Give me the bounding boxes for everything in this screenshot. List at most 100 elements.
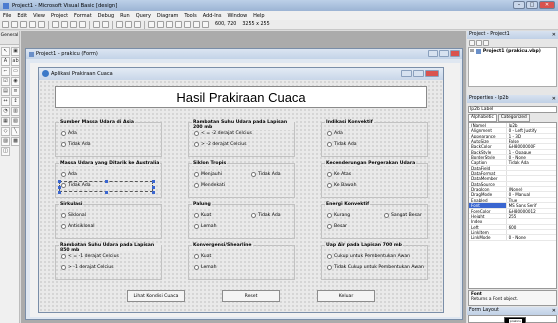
frame-tool-icon[interactable]: ⌐ <box>1 67 10 76</box>
option-button[interactable]: Ada <box>327 131 343 136</box>
textbox-tool-icon[interactable]: ab <box>11 57 20 66</box>
option-button[interactable]: Tidak Ada <box>251 172 281 177</box>
break-icon[interactable] <box>125 21 132 28</box>
close-button[interactable]: ✕ <box>539 1 555 9</box>
designer-close-button[interactable] <box>450 50 460 57</box>
object-browser-icon[interactable] <box>175 21 182 28</box>
project-panel-close-icon[interactable]: ✕ <box>552 31 556 39</box>
reset-button[interactable]: Reset <box>222 290 280 302</box>
property-value[interactable]: 0 - None <box>507 155 556 159</box>
form-layout-close-icon[interactable]: ✕ <box>552 307 556 315</box>
option-button[interactable]: Siklonal <box>61 213 86 218</box>
option-button[interactable]: < = -2 derajat Celcius <box>194 131 252 136</box>
option-button[interactable]: Tidak Cukup untuk Pembentukan Awan <box>327 265 424 270</box>
resize-handle[interactable] <box>152 180 155 183</box>
property-value[interactable]: True <box>507 198 556 202</box>
lihat-kondisi-button[interactable]: Lihat Kondisi Cuaca <box>127 290 185 302</box>
radio-icon[interactable] <box>327 254 332 259</box>
project-tree-item[interactable]: ⊟ Project1 (prakicu.vbp) <box>470 49 555 54</box>
radio-icon[interactable] <box>194 213 199 218</box>
radio-icon[interactable] <box>61 213 66 218</box>
expand-icon[interactable]: ⊟ <box>470 49 474 54</box>
option-button[interactable]: Sangat Besar <box>384 213 422 218</box>
option-button[interactable]: Lemah <box>194 265 217 270</box>
property-value[interactable]: 1 - Opaque <box>507 150 556 154</box>
radio-icon[interactable] <box>194 172 199 177</box>
object-selector[interactable]: lp2b Label <box>468 106 557 113</box>
tab-alphabetic[interactable]: Alphabetic <box>468 114 497 122</box>
property-value[interactable] <box>507 182 556 186</box>
mini-form-label[interactable]: prakicu <box>509 319 522 323</box>
option-button[interactable]: Kuat <box>194 254 211 259</box>
menu-query[interactable]: Query <box>136 13 151 19</box>
paste-icon[interactable] <box>70 21 77 28</box>
hscrollbar-tool-icon[interactable]: ↔ <box>1 97 10 106</box>
ole-tool-icon[interactable]: ◫ <box>1 147 10 156</box>
option-button[interactable]: Lemah <box>194 224 217 229</box>
resize-handle[interactable] <box>152 186 155 189</box>
checkbox-tool-icon[interactable]: ☑ <box>1 77 10 86</box>
property-value[interactable]: 1 - 3D <box>507 134 556 138</box>
option-button[interactable]: Tidak Ada <box>327 142 357 147</box>
drivelist-tool-icon[interactable]: ▥ <box>11 107 20 116</box>
property-value[interactable] <box>507 171 556 175</box>
menu-edit[interactable]: Edit <box>17 13 27 19</box>
option-button[interactable]: < = -1 derajat Celcius <box>61 254 119 259</box>
label-tool-icon[interactable]: A <box>1 57 10 66</box>
menu-diagram[interactable]: Diagram <box>157 13 178 19</box>
property-row[interactable]: LinkMode 0 - None <box>469 235 556 241</box>
option-button[interactable]: Mendekati <box>194 183 225 188</box>
maximize-button[interactable]: □ <box>526 1 538 9</box>
radio-icon[interactable] <box>61 224 66 229</box>
keluar-button[interactable]: Keluar <box>317 290 375 302</box>
resize-handle[interactable] <box>105 191 108 194</box>
end-icon[interactable] <box>134 21 141 28</box>
radio-icon[interactable] <box>327 131 332 136</box>
radio-icon[interactable] <box>61 265 66 270</box>
save-icon[interactable] <box>38 21 45 28</box>
properties-panel-close-icon[interactable]: ✕ <box>552 95 556 103</box>
menu-file[interactable]: File <box>3 13 11 19</box>
radio-icon[interactable] <box>61 142 66 147</box>
radio-icon[interactable] <box>327 183 332 188</box>
form-close-button[interactable] <box>425 70 439 77</box>
option-button[interactable]: Cukup untuk Pembentukan Awan <box>327 254 410 259</box>
resize-handle[interactable] <box>58 180 61 183</box>
property-value[interactable] <box>507 176 556 180</box>
toggle-folders-icon[interactable] <box>483 40 489 46</box>
filelist-tool-icon[interactable]: ▧ <box>11 117 20 126</box>
menu-addins[interactable]: Add-Ins <box>203 13 222 19</box>
radio-icon[interactable] <box>194 265 199 270</box>
property-value[interactable]: 0 - Manual <box>507 192 556 196</box>
data-view-icon[interactable] <box>193 21 200 28</box>
property-value[interactable]: Tidak Ada <box>507 160 556 164</box>
option-button[interactable]: Tidak Ada <box>61 142 91 147</box>
option-button[interactable]: Menjauhi <box>194 172 222 177</box>
timer-tool-icon[interactable]: ◔ <box>1 107 10 116</box>
radio-icon[interactable] <box>194 183 199 188</box>
option-button[interactable]: Ada <box>61 172 77 177</box>
resize-handle[interactable] <box>152 191 155 194</box>
resize-handle[interactable] <box>105 180 108 183</box>
tab-categorized[interactable]: Categorized <box>497 114 530 122</box>
radio-icon[interactable] <box>194 131 199 136</box>
option-button[interactable]: Ke Atas <box>327 172 351 177</box>
radio-icon[interactable] <box>384 213 389 218</box>
add-project-icon[interactable] <box>2 21 9 28</box>
option-button[interactable]: > -2 derajat Celcius <box>194 142 247 147</box>
vscrollbar-tool-icon[interactable]: ↕ <box>11 97 20 106</box>
property-value[interactable]: MS Sans Serif <box>507 203 556 207</box>
resize-handle[interactable] <box>58 186 61 189</box>
menu-debug[interactable]: Debug <box>98 13 114 19</box>
view-object-icon[interactable] <box>476 40 482 46</box>
optionbutton-tool-icon[interactable]: ◉ <box>11 77 20 86</box>
radio-icon[interactable] <box>251 172 256 177</box>
property-value[interactable] <box>507 230 556 234</box>
radio-icon[interactable] <box>327 172 332 177</box>
option-button[interactable]: Ke Bawah <box>327 183 357 188</box>
commandbutton-tool-icon[interactable]: ▭ <box>11 67 20 76</box>
view-code-icon[interactable] <box>469 40 475 46</box>
option-button[interactable]: Ada <box>61 131 77 136</box>
radio-icon[interactable] <box>194 254 199 259</box>
property-value[interactable]: 0 - None <box>507 235 556 239</box>
